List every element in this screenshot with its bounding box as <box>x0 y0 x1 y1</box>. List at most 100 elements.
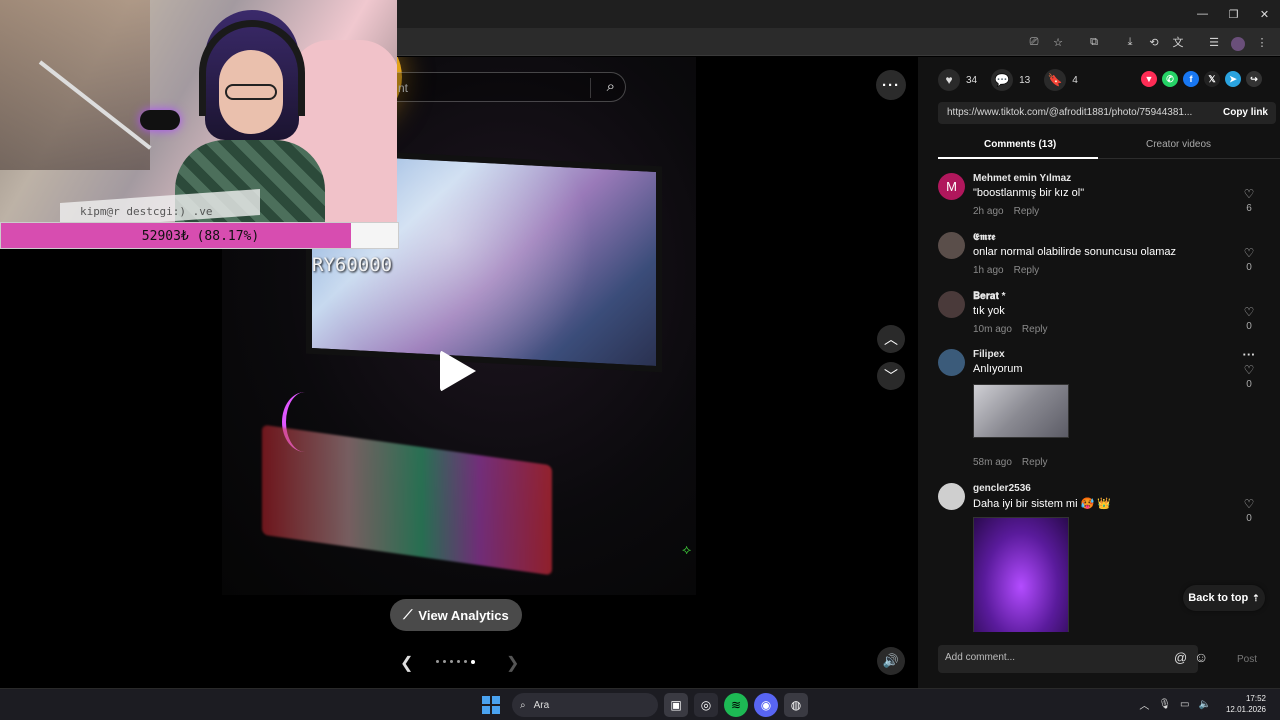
carousel-next-button[interactable]: ❯ <box>506 653 519 673</box>
comment-username[interactable]: 𝕰𝖒𝖗𝖊 <box>973 232 995 243</box>
reply-button[interactable]: Reply <box>1014 265 1040 276</box>
comment-like-count: 0 <box>1246 262 1252 273</box>
bookmark-star-icon[interactable]: ☆ <box>1048 32 1068 52</box>
search-bar[interactable]: nt ⌕ <box>396 72 626 102</box>
cast-icon[interactable]: ⎚ <box>1024 32 1044 52</box>
reading-list-icon[interactable]: ☰ <box>1204 32 1224 52</box>
previous-post-button[interactable]: ︿ <box>877 325 905 353</box>
steam-icon[interactable]: ◎ <box>694 693 718 717</box>
extensions-icon[interactable]: ⧉ <box>1084 32 1104 52</box>
post-button[interactable]: Post <box>1237 654 1257 665</box>
emoji-icon[interactable]: ☺ <box>1194 649 1208 665</box>
carousel-dot[interactable] <box>457 660 460 663</box>
search-icon: ⌕ <box>520 699 526 711</box>
spotify-icon[interactable]: ≋ <box>724 693 748 717</box>
close-button[interactable]: ✕ <box>1249 0 1280 28</box>
comment-text: "boostlanmış bir kız ol" <box>973 187 1085 199</box>
webcam-overlay: kipm@r destcgi:) .ve <box>0 0 397 222</box>
mention-icon[interactable]: @ <box>1174 650 1187 665</box>
microphone <box>140 110 180 130</box>
next-post-button[interactable]: ﹀ <box>877 362 905 390</box>
microphone-icon[interactable]: 🎙 <box>1158 699 1171 710</box>
more-options-button[interactable]: ··· <box>876 70 906 100</box>
avatar[interactable] <box>938 349 965 376</box>
window-controls: — ❐ ✕ <box>1187 0 1280 28</box>
play-icon[interactable] <box>440 350 476 392</box>
carousel-prev-button[interactable]: ❮ <box>400 653 413 673</box>
comment-action[interactable]: 💬 13 <box>991 69 1030 91</box>
chevron-up-icon[interactable]: ︿ <box>1139 697 1149 712</box>
reply-button[interactable]: Reply <box>1022 457 1048 468</box>
comment-username[interactable]: gencler2536 <box>973 483 1031 494</box>
menu-kebab-icon[interactable]: ⋮ <box>1252 32 1272 52</box>
taskbar-search[interactable]: ⌕ Ara <box>512 693 658 717</box>
comment-like-icon[interactable]: ♡ <box>1238 187 1260 201</box>
avatar[interactable]: M <box>938 173 965 200</box>
like-action[interactable]: ♥ 34 <box>938 69 977 91</box>
carousel-dot[interactable] <box>450 660 453 663</box>
reply-button[interactable]: Reply <box>1022 324 1048 335</box>
translate-icon[interactable]: 文 <box>1168 32 1188 52</box>
comment-item: M Mehmet emin Yılmaz "boostlanmış bir kı… <box>938 173 1260 221</box>
telegram-icon[interactable]: ➤ <box>1225 71 1241 87</box>
comment-like-icon[interactable]: ♡ <box>1238 246 1260 260</box>
comment-more-icon[interactable]: ··· <box>1238 347 1260 362</box>
bookmark-icon: 🔖 <box>1044 69 1067 91</box>
history-icon[interactable]: ⟲ <box>1144 32 1164 52</box>
carousel-dot[interactable] <box>471 659 475 664</box>
clock[interactable]: 17:52 12.01.2026 <box>1226 693 1266 715</box>
carousel-dot[interactable] <box>443 660 446 663</box>
avatar[interactable] <box>938 483 965 510</box>
avatar[interactable] <box>938 291 965 318</box>
chrome-icon[interactable]: ◍ <box>784 693 808 717</box>
comment-like-icon[interactable]: ♡ <box>1238 363 1260 377</box>
repost-icon[interactable]: ▼ <box>1141 71 1157 87</box>
search-icon[interactable]: ⌕ <box>607 78 615 95</box>
comment-list: M Mehmet emin Yılmaz "boostlanmış bir kı… <box>938 167 1280 632</box>
comment-image[interactable] <box>973 384 1069 438</box>
task-view-icon[interactable]: ▣ <box>664 693 688 717</box>
comment-text: Daha iyi bir sistem mi 🥵 👑 <box>973 498 1112 510</box>
reply-button[interactable]: Reply <box>1014 206 1040 217</box>
comment-like-count: 6 <box>1246 203 1252 214</box>
restore-button[interactable]: ❐ <box>1218 0 1249 28</box>
post-url[interactable]: https://www.tiktok.com/@afrodit1881/phot… <box>947 107 1195 118</box>
whatsapp-icon[interactable]: ✆ <box>1162 71 1178 87</box>
volume-icon[interactable]: 🔈 <box>1199 699 1211 710</box>
bookmark-count: 4 <box>1072 74 1078 86</box>
bookmark-action[interactable]: 🔖 4 <box>1044 69 1078 91</box>
share-arrow-icon[interactable]: ↪ <box>1246 71 1262 87</box>
facebook-icon[interactable]: f <box>1183 71 1199 87</box>
carousel-dot[interactable] <box>436 660 439 663</box>
volume-button[interactable]: 🔊 <box>877 647 905 675</box>
comment-username[interactable]: Mehmet emin Yılmaz <box>973 173 1071 184</box>
download-icon[interactable]: ⤓ <box>1120 32 1140 52</box>
carousel-dot[interactable] <box>464 660 467 663</box>
view-analytics-button[interactable]: ⟋ View Analytics <box>390 599 522 631</box>
comment-time: 58m ago <box>973 457 1012 468</box>
comment-like-icon[interactable]: ♡ <box>1238 305 1260 319</box>
donation-goal-bar: 52903₺ (88.17%) <box>0 222 399 249</box>
comment-image[interactable] <box>973 517 1069 632</box>
comment-item: Filipex Anlıyorum 58m ago Reply ··· ♡ 0 <box>938 347 1260 473</box>
avatar[interactable] <box>938 232 965 259</box>
x-icon[interactable]: 𝕏 <box>1204 71 1220 87</box>
back-to-top-button[interactable]: Back to top ⇡ <box>1183 585 1265 611</box>
comment-item: 𝕰𝖒𝖗𝖊 onlar normal olabilirde sonuncusu o… <box>938 232 1260 280</box>
taskbar-apps: ⌕ Ara ▣ ◎ ≋ ◉ ◍ <box>482 693 808 717</box>
donation-amount: 52903₺ (88.17%) <box>141 229 260 244</box>
minimize-button[interactable]: — <box>1187 0 1218 28</box>
comment-input-box: @ ☺ <box>938 645 1208 673</box>
comment-like-icon[interactable]: ♡ <box>1238 497 1260 511</box>
comment-input[interactable] <box>945 652 1145 663</box>
start-icon[interactable] <box>482 696 500 714</box>
comment-username[interactable]: Filipex <box>973 349 1005 360</box>
tab-comments[interactable]: Comments (13) <box>984 139 1056 150</box>
razer-logo: ⟡ <box>682 541 692 557</box>
network-icon[interactable]: ▭ <box>1180 699 1189 710</box>
tab-creator-videos[interactable]: Creator videos <box>1146 139 1211 150</box>
profile-avatar[interactable] <box>1228 32 1248 52</box>
discord-icon[interactable]: ◉ <box>754 693 778 717</box>
comment-username[interactable]: 𝐁𝐞𝐫𝐚𝐭 * <box>973 291 1006 302</box>
copy-link-button[interactable]: Copy link <box>1223 107 1268 118</box>
